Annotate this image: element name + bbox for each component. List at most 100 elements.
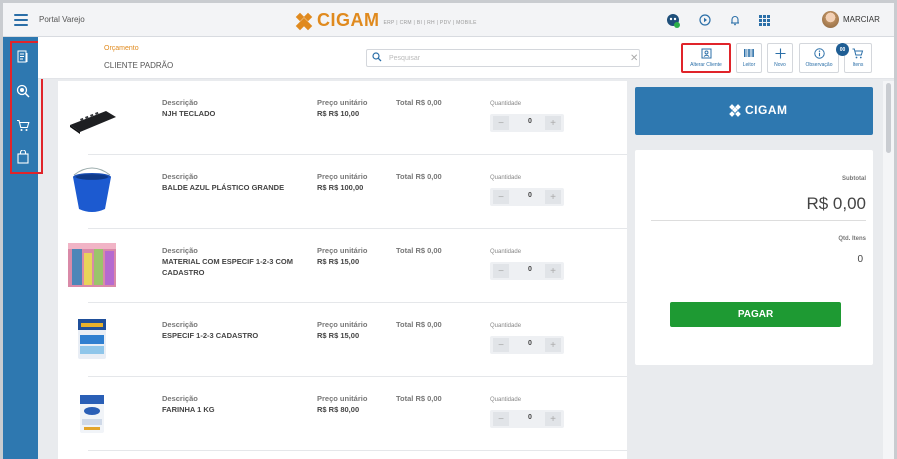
unit-price-label: Preço unitário [317,246,368,255]
note-label: Observação [805,62,833,68]
cigam-mark-icon [295,12,314,31]
list-item: Descrição MATERIAL COM ESPECIF 1-2-3 COM… [58,229,627,303]
increment-button[interactable]: + [545,264,561,278]
decrement-button[interactable]: − [493,338,509,352]
order-header: Orçamento CLIENTE PADRÃO ✕ Alterar Clien… [38,37,894,79]
cigam-logo: CIGAM [729,103,788,117]
new-button[interactable]: Novo [767,43,793,73]
online-status-dot [674,22,680,28]
divider [88,450,627,451]
product-name: MATERIAL COM ESPECIF 1-2-3 COM CADASTRO [162,257,293,277]
scrollbar-thumb[interactable] [886,83,891,153]
qty-items-value: 0 [857,254,863,265]
list-item: Descrição ESPECIF 1-2-3 CADASTRO Preço u… [58,303,627,377]
search-box[interactable] [366,49,640,67]
brand-name: CIGAM [317,10,380,30]
description-label: Descrição [162,246,198,255]
unit-price-label: Preço unitário [317,98,368,107]
decrement-button[interactable]: − [493,190,509,204]
plus-icon [775,48,786,61]
product-image-keyboard[interactable] [66,91,118,143]
quantity-value[interactable]: 0 [528,118,532,125]
customer-name: CLIENTE PADRÃO [104,61,174,70]
product-list: Descrição NJH TECLADO Preço unitário R$ … [58,81,627,459]
quantity-label: Quantidade [490,175,522,181]
decrement-button[interactable]: − [493,412,509,426]
search-input[interactable] [389,53,614,64]
line-total: Total R$ 0,00 [396,320,442,329]
description-label: Descrição [162,98,198,107]
line-total: Total R$ 0,00 [396,172,442,181]
quantity-stepper: − 0 + [490,336,564,354]
barcode-icon [743,48,755,61]
product-name: ESPECIF 1-2-3 CADASTRO [162,331,259,340]
product-name: NJH TECLADO [162,109,216,118]
order-summary: Subtotal R$ 0,00 Qtd. Itens 0 PAGAR [635,150,873,365]
line-total: Total R$ 0,00 [396,394,442,403]
line-total: Total R$ 0,00 [396,246,442,255]
unit-price: R$ R$ 80,00 [317,405,360,414]
subtotal-value: R$ 0,00 [806,194,866,213]
divider [651,220,866,221]
quantity-label: Quantidade [490,101,522,107]
subtotal-label: Subtotal [842,176,866,182]
top-bar: Portal Varejo CIGAM ERP | CRM | BI | RH … [3,3,894,37]
product-image-material[interactable] [66,239,118,291]
increment-button[interactable]: + [545,338,561,352]
description-label: Descrição [162,320,198,329]
product-name: BALDE AZUL PLÁSTICO GRANDE [162,183,285,192]
quantity-label: Quantidade [490,323,522,329]
increment-button[interactable]: + [545,116,561,130]
product-image-flour[interactable] [66,387,118,439]
cigam-mark-icon [729,103,742,117]
unit-price-label: Preço unitário [317,320,368,329]
increment-button[interactable]: + [545,190,561,204]
menu-icon[interactable] [14,14,28,26]
play-circle-icon[interactable] [697,12,713,28]
quantity-value[interactable]: 0 [528,340,532,347]
document-type: Orçamento [104,45,139,52]
product-image-bucket[interactable] [66,165,118,217]
items-label: Itens [852,62,864,68]
list-item: Descrição BALDE AZUL PLÁSTICO GRANDE Pre… [58,155,627,229]
quantity-value[interactable]: 0 [528,192,532,199]
reader-label: Leitor [742,62,756,68]
quantity-stepper: − 0 + [490,410,564,428]
product-image-paint-can[interactable] [66,313,118,365]
product-name: FARINHA 1 KG [162,405,215,414]
app-frame: Portal Varejo CIGAM ERP | CRM | BI | RH … [3,3,894,459]
list-item: Descrição NJH TECLADO Preço unitário R$ … [58,81,627,155]
avatar[interactable] [822,11,839,28]
unit-price-label: Preço unitário [317,172,368,181]
bell-icon[interactable] [727,12,743,28]
summary-header: CIGAM [635,87,873,135]
increment-button[interactable]: + [545,412,561,426]
apps-grid-icon[interactable] [756,12,772,28]
unit-price: R$ R$ 100,00 [317,183,364,192]
change-customer-label: Alterar Cliente [690,62,722,68]
change-customer-button[interactable]: Alterar Cliente [681,43,731,73]
contact-card-icon [701,48,712,61]
unit-price: R$ R$ 15,00 [317,257,360,266]
cigam-logo: CIGAM ERP | CRM | BI | RH | PDV | MOBILE [295,10,477,31]
description-label: Descrição [162,172,198,181]
portal-title: Portal Varejo [39,15,85,24]
pay-button[interactable]: PAGAR [670,302,841,327]
description-label: Descrição [162,394,198,403]
cart-icon [852,48,864,61]
unit-price: R$ R$ 15,00 [317,331,360,340]
reader-button[interactable]: Leitor [736,43,762,73]
decrement-button[interactable]: − [493,264,509,278]
quantity-label: Quantidade [490,397,522,403]
items-count-badge: 00 [836,43,849,56]
quantity-stepper: − 0 + [490,262,564,280]
close-icon[interactable]: ✕ [630,53,638,64]
list-item: Descrição FARINHA 1 KG Preço unitário R$… [58,377,627,451]
quantity-value[interactable]: 0 [528,414,532,421]
username[interactable]: MARCIAR [843,15,880,24]
quantity-value[interactable]: 0 [528,266,532,273]
line-total: Total R$ 0,00 [396,98,442,107]
brand-subtitle: ERP | CRM | BI | RH | PDV | MOBILE [383,20,477,26]
decrement-button[interactable]: − [493,116,509,130]
note-button[interactable]: Observação [799,43,839,73]
